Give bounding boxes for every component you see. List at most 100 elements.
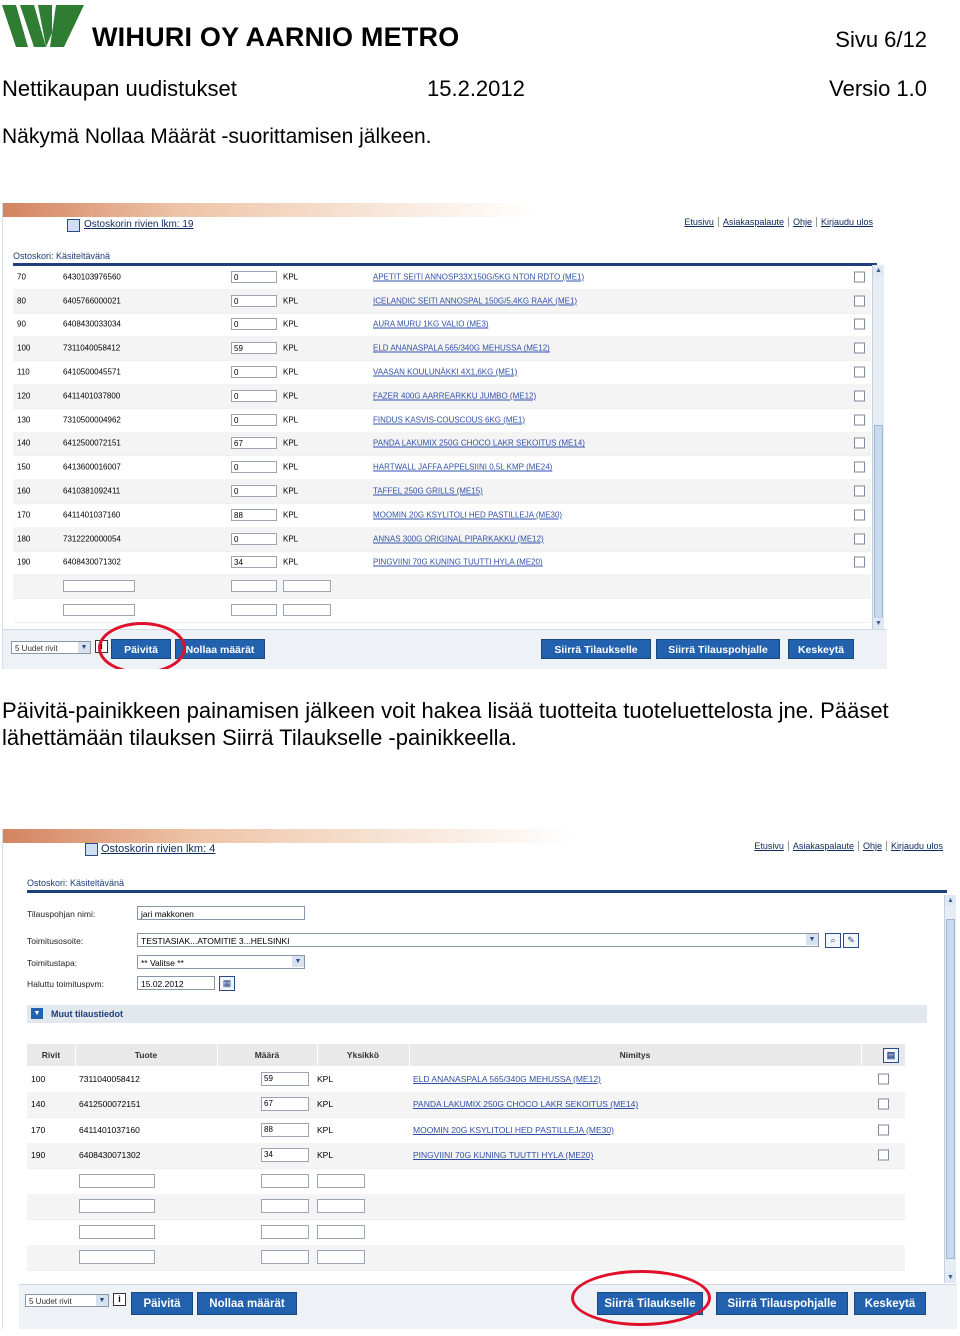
empty-input[interactable] (79, 1173, 155, 1188)
scroll-thumb[interactable] (874, 425, 883, 647)
row-checkbox[interactable] (854, 414, 865, 426)
cancel-button[interactable]: Keskeytä (854, 1292, 926, 1315)
quantity-input[interactable]: 59 (261, 1071, 309, 1086)
row-checkbox[interactable] (854, 533, 865, 545)
row-checkbox[interactable] (854, 295, 865, 307)
quantity-input[interactable]: 0 (231, 270, 277, 283)
other-details-toggle[interactable]: ▼ Muut tilaustiedot (27, 1005, 927, 1023)
quantity-input[interactable]: 0 (231, 366, 277, 379)
product-name-link[interactable]: PANDA LAKUMIX 250G CHOCO LAKR SEKOITUS (… (373, 439, 585, 448)
top-link[interactable]: Etusivu (750, 841, 789, 851)
top-link[interactable]: Asiakaspalaute (719, 217, 789, 227)
move-to-order-button[interactable]: Siirrä Tilaukselle (541, 639, 651, 659)
quantity-input[interactable]: 67 (231, 437, 277, 450)
scroll-down-icon[interactable]: ▼ (873, 618, 884, 629)
top-link[interactable]: Ohje (859, 841, 887, 851)
quantity-input[interactable]: 59 (231, 342, 277, 355)
top-link[interactable]: Kirjaudu ulos (887, 841, 947, 851)
delivery-date-input[interactable]: 15.02.2012 (137, 976, 215, 990)
row-checkbox[interactable] (878, 1073, 889, 1085)
cancel-button[interactable]: Keskeytä (788, 639, 854, 659)
empty-input[interactable] (261, 1224, 309, 1239)
product-name-link[interactable]: FINDUS KASVIS-COUSCOUS 6KG (ME1) (373, 415, 525, 424)
top-link[interactable]: Kirjaudu ulos (817, 217, 877, 227)
empty-input[interactable] (317, 1173, 365, 1188)
scroll-up-icon[interactable]: ▲ (945, 895, 956, 906)
top-link[interactable]: Asiakaspalaute (789, 841, 859, 851)
product-name-link[interactable]: FAZER 400G AARREARKKU JUMBO (ME12) (373, 391, 536, 400)
cart-row-count[interactable]: Ostoskorin rivien lkm: 4 (101, 843, 215, 855)
empty-input[interactable] (231, 580, 277, 593)
row-checkbox[interactable] (854, 556, 865, 568)
empty-input[interactable] (317, 1250, 365, 1265)
top-link[interactable]: Ohje (789, 217, 817, 227)
top-link[interactable]: Etusivu (680, 217, 719, 227)
scroll-thumb[interactable] (946, 919, 955, 1259)
product-name-link[interactable]: MOOMIN 20G KSYLITOLI HED PASTILLEJA (ME3… (413, 1125, 614, 1135)
info-icon[interactable]: i (113, 1293, 126, 1306)
reset-quantities-button[interactable]: Nollaa määrät (175, 639, 265, 659)
quantity-input[interactable]: 0 (231, 485, 277, 498)
quantity-input[interactable]: 88 (261, 1122, 309, 1137)
quantity-input[interactable]: 34 (261, 1148, 309, 1163)
row-checkbox[interactable] (878, 1098, 889, 1110)
reset-quantities-button[interactable]: Nollaa määrät (197, 1292, 297, 1315)
product-name-link[interactable]: PINGVIINI 70G KUNING TUUTTI HYLA (ME20) (413, 1150, 593, 1160)
cart-row-count[interactable]: Ostoskorin rivien lkm: 19 (84, 219, 193, 230)
row-checkbox[interactable] (854, 509, 865, 521)
quantity-input[interactable]: 0 (231, 532, 277, 545)
product-name-link[interactable]: HARTWALL JAFFA APPELSIINI 0,5L KMP (ME24… (373, 463, 552, 472)
row-checkbox[interactable] (878, 1149, 889, 1161)
product-name-link[interactable]: APETIT SEITI ANNOSP33X150G/5KG NTON RDTO… (373, 272, 584, 281)
scrollbar[interactable]: ▲ ▼ (872, 265, 884, 647)
quantity-input[interactable]: 0 (231, 389, 277, 402)
move-to-template-button[interactable]: Siirrä Tilauspohjalle (656, 639, 780, 659)
row-checkbox[interactable] (854, 461, 865, 473)
scrollbar[interactable]: ▲ ▼ (944, 895, 956, 1283)
table-settings-icon[interactable]: ▤ (883, 1048, 899, 1063)
empty-input[interactable] (261, 1250, 309, 1265)
quantity-input[interactable]: 34 (231, 556, 277, 569)
empty-input[interactable] (283, 580, 331, 593)
new-rows-select[interactable]: 5 Uudet rivit ▼ (11, 641, 91, 654)
quantity-input[interactable]: 88 (231, 508, 277, 521)
product-name-link[interactable]: ANNAS 300G ORIGINAL PIPARKAKKU (ME12) (373, 534, 544, 543)
empty-input[interactable] (79, 1199, 155, 1214)
product-name-link[interactable]: PINGVIINI 70G KUNING TUUTTI HYLA (ME20) (373, 558, 543, 567)
quantity-input[interactable]: 0 (231, 413, 277, 426)
scroll-up-icon[interactable]: ▲ (873, 265, 884, 276)
quantity-input[interactable]: 67 (261, 1097, 309, 1112)
product-name-link[interactable]: ICELANDIC SEITI ANNOSPAL 150G/5,4KG RAAK… (373, 296, 577, 305)
row-checkbox[interactable] (854, 342, 865, 354)
product-name-link[interactable]: ELD ANANASPALA 565/340G MEHUSSA (ME12) (373, 344, 550, 353)
empty-input[interactable] (317, 1224, 365, 1239)
product-name-link[interactable]: VAASAN KOULUNÄKKI 4X1,6KG (ME1) (373, 368, 517, 377)
scroll-down-icon[interactable]: ▼ (945, 1272, 956, 1283)
search-address-icon[interactable]: ⌕ (825, 933, 841, 948)
row-checkbox[interactable] (854, 390, 865, 402)
empty-input[interactable] (231, 604, 277, 617)
empty-input[interactable] (261, 1199, 309, 1214)
calendar-icon[interactable]: ▦ (219, 976, 235, 991)
row-checkbox[interactable] (854, 271, 865, 283)
row-checkbox[interactable] (854, 366, 865, 378)
row-checkbox[interactable] (854, 437, 865, 449)
product-name-link[interactable]: TAFFEL 250G GRILLS (ME15) (373, 487, 483, 496)
empty-input[interactable] (79, 1250, 155, 1265)
product-name-link[interactable]: MOOMIN 20G KSYLITOLI HED PASTILLEJA (ME3… (373, 510, 562, 519)
quantity-input[interactable]: 0 (231, 318, 277, 331)
empty-input[interactable] (283, 604, 331, 617)
product-name-link[interactable]: AURA MURU 1KG VALIO (ME3) (373, 320, 488, 329)
update-button[interactable]: Päivitä (131, 1292, 193, 1315)
row-checkbox[interactable] (854, 318, 865, 330)
new-rows-select[interactable]: 5 Uudet rivit ▼ (25, 1294, 109, 1307)
quantity-input[interactable]: 0 (231, 294, 277, 307)
empty-input[interactable] (261, 1173, 309, 1188)
row-checkbox[interactable] (878, 1124, 889, 1136)
row-checkbox[interactable] (854, 485, 865, 497)
template-name-input[interactable]: jari makkonen (137, 906, 305, 920)
empty-input[interactable] (63, 580, 135, 593)
product-name-link[interactable]: ELD ANANASPALA 565/340G MEHUSSA (ME12) (413, 1074, 601, 1084)
empty-input[interactable] (317, 1199, 365, 1214)
move-to-template-button[interactable]: Siirrä Tilauspohjalle (716, 1292, 848, 1315)
